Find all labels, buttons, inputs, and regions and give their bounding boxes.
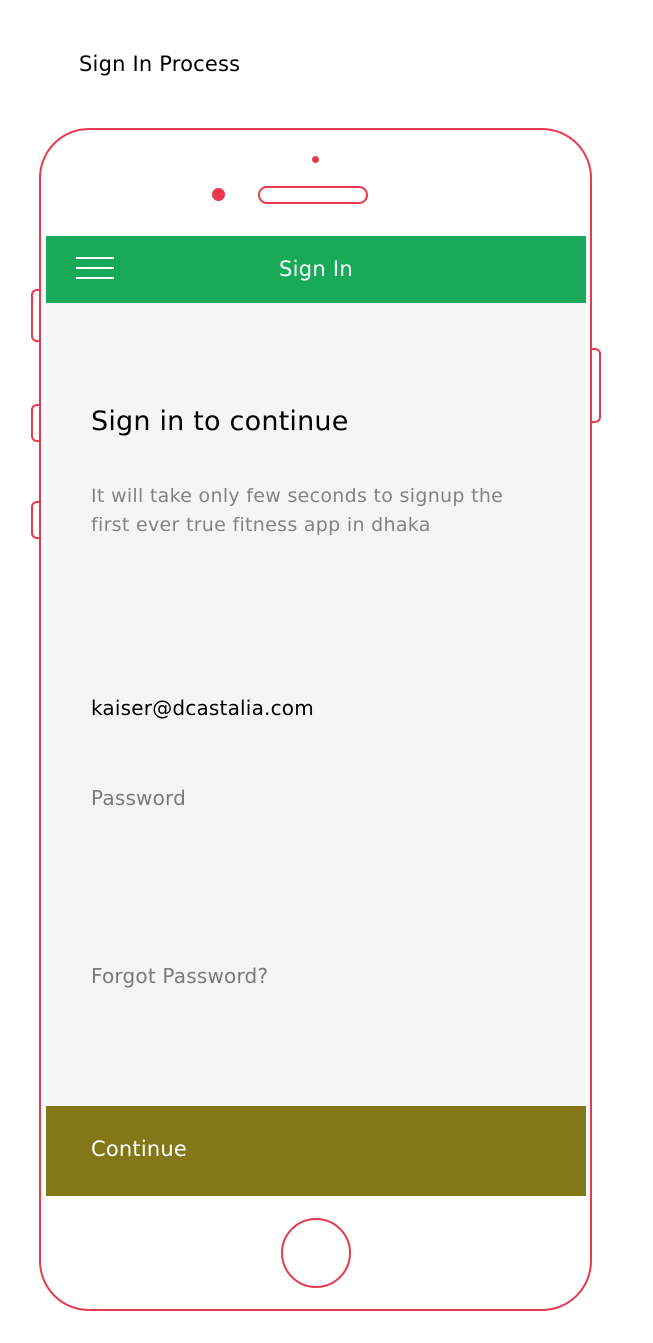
front-camera-icon	[212, 188, 225, 201]
page-caption: Sign In Process	[79, 52, 241, 76]
sign-in-subtitle: It will take only few seconds to signup …	[91, 485, 504, 536]
continue-button[interactable]: Continue	[46, 1106, 586, 1196]
phone-home-button[interactable]	[281, 1218, 351, 1288]
hamburger-menu-icon[interactable]	[76, 257, 114, 281]
continue-button-label: Continue	[91, 1137, 188, 1161]
email-field[interactable]	[91, 692, 541, 724]
password-field[interactable]	[91, 782, 541, 814]
app-bar: Sign In	[46, 236, 586, 303]
proximity-sensor-dot	[312, 156, 319, 163]
sign-in-heading: Sign in to continue	[91, 406, 349, 437]
app-screen: Sign In Sign in to continue It will take…	[46, 236, 586, 1196]
forgot-password-link[interactable]: Forgot Password?	[91, 964, 268, 988]
app-bar-title: Sign In	[278, 257, 354, 281]
earpiece-speaker	[258, 186, 368, 204]
